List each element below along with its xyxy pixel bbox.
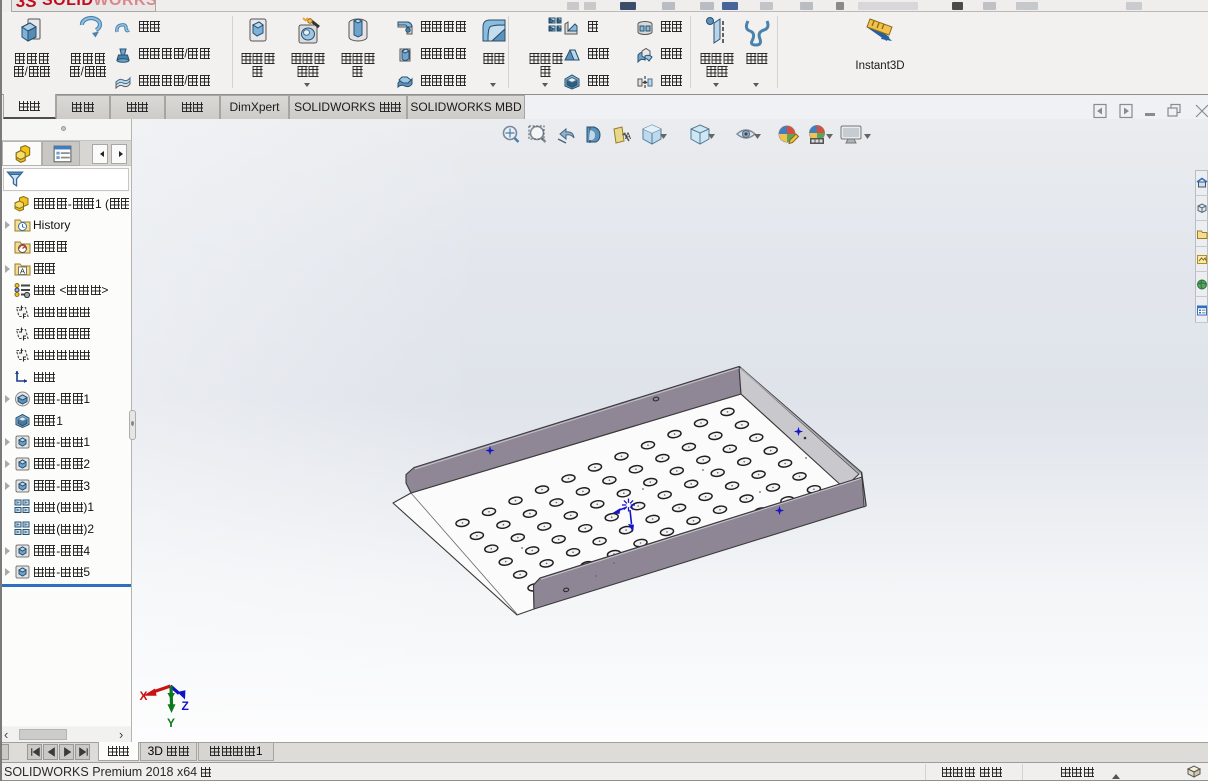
svg-text:Y: Y <box>167 716 175 730</box>
svg-text:X: X <box>140 689 148 703</box>
svg-text:Z: Z <box>182 699 189 713</box>
